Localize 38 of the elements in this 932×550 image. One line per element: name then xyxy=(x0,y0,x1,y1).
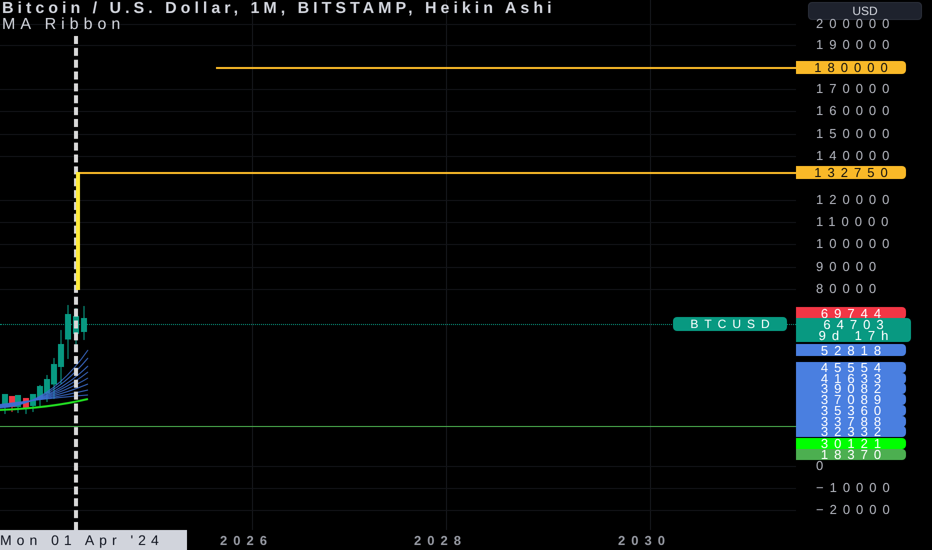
price-tag: 18370 xyxy=(796,449,906,460)
indicator-label: MA Ribbon xyxy=(2,17,126,33)
price-tag: 39082 xyxy=(796,383,906,394)
price-axis-label: 120000 xyxy=(816,194,896,206)
price-axis-label: 150000 xyxy=(816,128,896,140)
candlestick xyxy=(81,306,87,340)
price-tag: 64703 9d 17h xyxy=(796,318,911,342)
time-cursor-label: Mon 01 Apr '24 xyxy=(0,530,187,550)
time-axis-label: 2028 xyxy=(414,534,467,548)
price-axis-label: 110000 xyxy=(816,216,894,228)
price-tag: 37089 xyxy=(796,394,906,405)
price-axis-label: 170000 xyxy=(816,83,896,95)
price-axis-label: 190000 xyxy=(816,39,896,51)
currency-button[interactable]: USD xyxy=(808,2,922,20)
chart-title: Bitcoin / U.S. Dollar, 1M, BITSTAMP, Heikin Ashi xyxy=(2,1,556,17)
symbol-tag: BTCUSD xyxy=(673,317,787,331)
price-tag: 52818 xyxy=(796,344,906,356)
price-tag: 33788 xyxy=(796,416,906,427)
price-axis-label: 90000 xyxy=(816,261,882,273)
price-axis-label: 200000 xyxy=(816,18,896,30)
price-tag: 132750 xyxy=(796,166,906,179)
price-axis-label: 160000 xyxy=(816,105,896,117)
price-tag: 35360 xyxy=(796,405,906,416)
price-tag: 30121 xyxy=(796,438,906,449)
time-axis-label: 2026 xyxy=(220,534,273,548)
candlestick xyxy=(73,308,79,346)
price-axis-label: 100000 xyxy=(816,238,896,250)
price-axis-label: −10000 xyxy=(816,482,896,494)
price-axis-label: 140000 xyxy=(816,150,896,162)
price-axis-label: 80000 xyxy=(816,283,882,295)
price-tag: 45554 xyxy=(796,362,906,373)
time-axis-label: 2030 xyxy=(618,534,671,548)
price-tag: 69744 xyxy=(796,307,906,319)
price-axis-label: 0 xyxy=(816,460,830,472)
price-tag: 32332 xyxy=(796,426,906,437)
price-tag: 41633 xyxy=(796,373,906,384)
price-axis-label: −20000 xyxy=(816,504,896,516)
price-tag: 180000 xyxy=(796,61,906,74)
